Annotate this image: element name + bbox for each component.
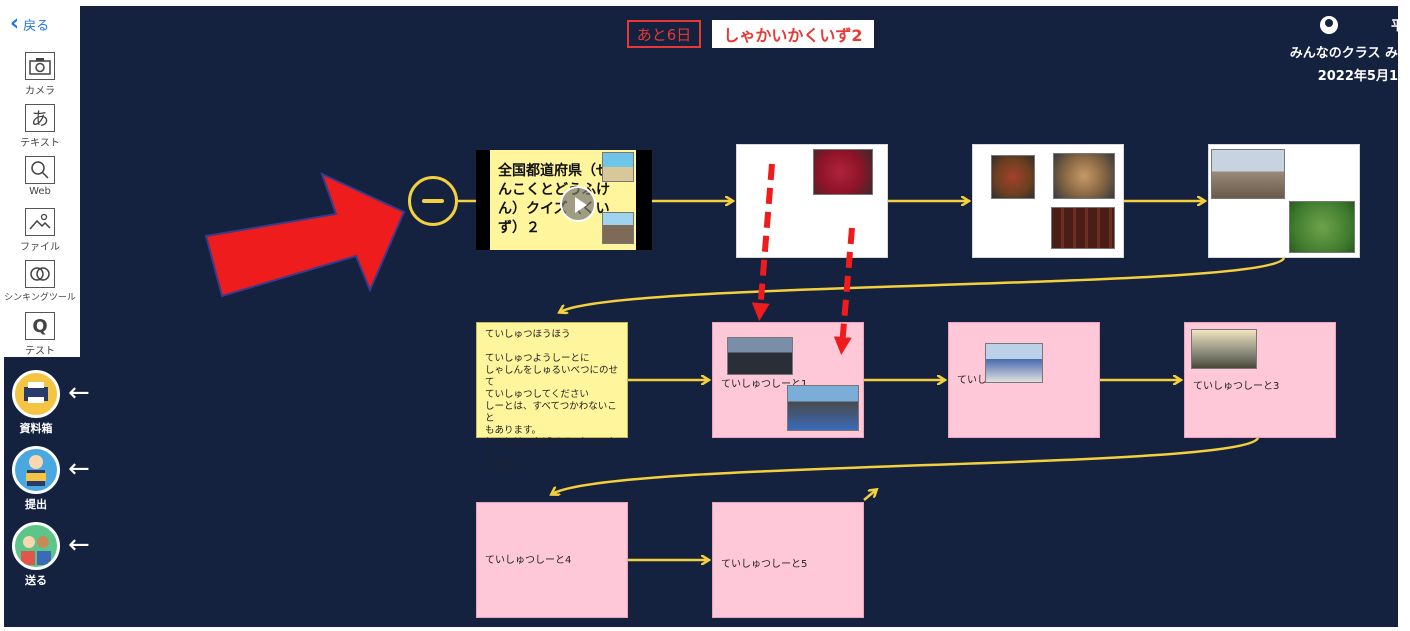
train-photo xyxy=(985,343,1043,383)
sheet-4-label: ていしゅつしーと4 xyxy=(485,555,572,566)
submission-sheet-3[interactable]: ていしゅつしーと3 xyxy=(1184,322,1336,438)
app-window: あと6日 しゃかいかくいず2 平 みんなのクラス み 2022年5月1 ‹ 戻る… xyxy=(0,0,1410,631)
user-area: 平 みんなのクラス み 2022年5月1 xyxy=(1248,14,1404,84)
printer-icon xyxy=(12,370,60,418)
grilled-food-photo xyxy=(991,155,1035,199)
sheet-3-label: ていしゅつしーと3 xyxy=(1193,381,1280,392)
web-label: Web xyxy=(29,186,51,197)
quiz-video-card[interactable]: 全国都道府県（ぜんこくとどうふけん）クイズ（くいず）２ xyxy=(476,150,652,250)
shrine-gate-photo xyxy=(1191,329,1257,369)
arrow-left-icon: ← xyxy=(68,454,90,484)
file-label: ファイル xyxy=(20,242,60,253)
card-canvas[interactable] xyxy=(4,6,1398,627)
days-left-badge: あと6日 xyxy=(627,20,701,48)
submit-person-icon xyxy=(12,446,60,494)
rock-thumbnail xyxy=(602,212,634,244)
sweets-photo xyxy=(1051,207,1115,249)
instructions-text: ていしゅつほうほう ていしゅつようしーとに しゃしんをしゅるいべつにのせて てい… xyxy=(485,329,619,472)
instructions-note-card[interactable]: ていしゅつほうほう ていしゅつようしーとに しゃしんをしゅるいべつにのせて てい… xyxy=(476,322,628,472)
sheet-2-label: ていし xyxy=(957,375,987,386)
test-icon: Q xyxy=(25,312,55,340)
photo-card-place[interactable] xyxy=(1208,144,1360,258)
collapse-button[interactable] xyxy=(408,176,458,226)
arrow-left-icon: ← xyxy=(68,530,90,560)
racecar-photo xyxy=(787,385,859,431)
materials-box-label: 資料箱 xyxy=(19,422,53,435)
thinking-tool-icon xyxy=(25,260,55,288)
submit-label: 提出 xyxy=(25,498,47,511)
thinking-label: シンキングツール xyxy=(4,293,76,303)
quiz-title: 全国都道府県（ぜんこくとどうふけん）クイズ（くいず）２ xyxy=(498,163,610,236)
task-title: しゃかいかくいず2 xyxy=(712,20,874,48)
building-photo xyxy=(1211,149,1285,199)
web-search-icon xyxy=(25,156,55,184)
play-icon[interactable] xyxy=(560,186,596,222)
send-button[interactable]: 送る ← xyxy=(12,522,90,588)
user-icon[interactable] xyxy=(1320,15,1338,34)
beach-thumbnail xyxy=(602,152,634,182)
team-photo xyxy=(727,337,793,375)
class-name: みんなのクラス み xyxy=(1289,45,1398,61)
user-name: 平 xyxy=(1390,19,1404,34)
back-label: 戻る xyxy=(23,18,50,34)
send-label: 送る xyxy=(25,574,47,587)
file-tool[interactable]: ファイル xyxy=(0,208,80,260)
camera-icon xyxy=(25,52,55,80)
text-label: テキスト xyxy=(20,138,60,149)
arrow-left-icon: ← xyxy=(68,378,90,408)
file-image-icon xyxy=(25,208,55,236)
submit-button[interactable]: 提出 ← xyxy=(12,446,90,512)
back-button[interactable]: ‹ 戻る xyxy=(10,10,76,38)
thinking-tool[interactable]: シンキングツール xyxy=(0,260,80,312)
camera-label: カメラ xyxy=(25,86,55,97)
photo-card-food-1[interactable] xyxy=(736,144,888,258)
send-people-icon xyxy=(12,522,60,570)
submission-sheet-1[interactable]: ていしゅつしーと1 xyxy=(712,322,864,438)
materials-box-button[interactable]: 資料箱 ← xyxy=(12,370,90,436)
test-label: テスト xyxy=(25,346,55,357)
camera-tool[interactable]: カメラ xyxy=(0,52,80,104)
bun-photo xyxy=(1053,153,1115,199)
submission-sheet-2[interactable]: ていし xyxy=(948,322,1100,438)
submission-sheet-5[interactable]: ていしゅつしーと5 xyxy=(712,502,864,618)
chevron-left-icon: ‹ xyxy=(10,11,20,36)
test-tool[interactable]: Q テスト xyxy=(0,312,80,364)
text-tool[interactable]: あ テキスト xyxy=(0,104,80,156)
date-label: 2022年5月1 xyxy=(1317,68,1398,84)
submission-sheet-4[interactable]: ていしゅつしーと4 xyxy=(476,502,628,618)
photo-card-food-2[interactable] xyxy=(972,144,1124,258)
web-tool[interactable]: Web xyxy=(0,156,80,208)
sheet-5-label: ていしゅつしーと5 xyxy=(721,559,808,570)
tea-field-photo xyxy=(1289,201,1355,253)
meat-photo xyxy=(813,149,873,195)
text-icon: あ xyxy=(25,104,55,132)
quiz-video-thumbnail: 全国都道府県（ぜんこくとどうふけん）クイズ（くいず）２ xyxy=(490,150,636,250)
left-toolbar: ‹ 戻る カメラ あ テキスト Web ファイル シンキングツール Q テスト xyxy=(0,6,80,357)
